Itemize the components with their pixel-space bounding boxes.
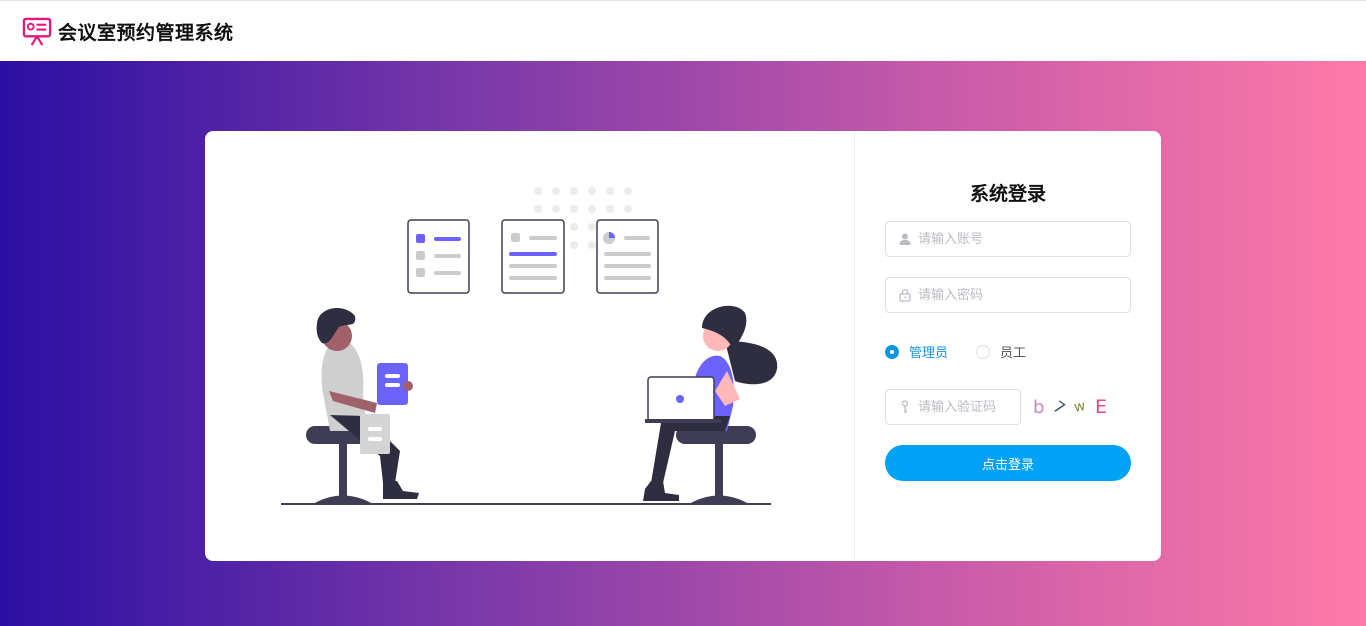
login-card: 系统登录 管理员 员工 [205,131,1161,561]
lock-icon [899,288,911,302]
role-staff-label: 员工 [1000,346,1027,361]
username-field[interactable] [885,221,1131,257]
username-input[interactable] [918,231,1118,247]
role-staff-radio[interactable]: 员工 [976,342,1026,361]
role-admin-radio[interactable]: 管理员 [885,342,948,361]
role-admin-label: 管理员 [909,346,949,361]
user-icon [899,233,911,245]
login-title: 系统登录 [969,183,1046,205]
captcha-char: E [1094,396,1107,418]
top-bar: 会议室预约管理系统 [0,0,1366,61]
radio-dot[interactable] [976,344,991,359]
captcha-input[interactable] [918,399,1018,415]
password-field[interactable] [885,277,1131,313]
login-form: 系统登录 管理员 员工 [855,131,1161,561]
captcha-image[interactable]: b 7 w E [1033,393,1107,421]
captcha-field[interactable] [885,389,1021,425]
role-selector: 管理员 员工 [885,342,1054,361]
login-button[interactable]: 点击登录 [885,445,1131,481]
captcha-char: 7 [1049,396,1069,418]
captcha-char: b [1033,396,1045,418]
illustration [205,131,855,561]
meeting-illustration [281,187,778,505]
app-title: 会议室预约管理系统 [58,21,234,44]
presentation-board-icon [22,17,52,46]
radio-dot[interactable] [885,344,899,359]
password-input[interactable] [918,287,1118,303]
captcha-char: w [1072,398,1087,416]
key-icon [901,400,909,413]
